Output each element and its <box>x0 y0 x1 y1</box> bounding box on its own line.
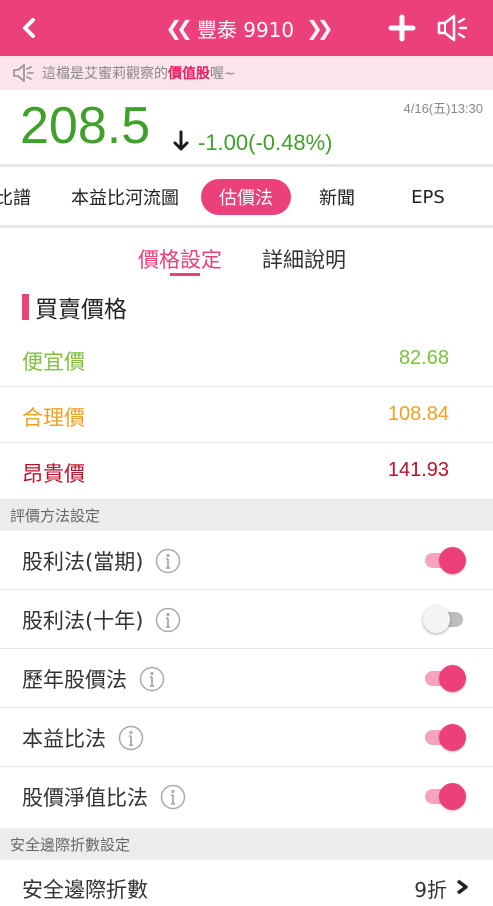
quote-datetime: 4/16(五)13:30 <box>403 101 484 116</box>
method-toggle[interactable] <box>423 605 465 633</box>
safety-margin-label: 安全邊際折數 <box>22 878 148 902</box>
price-change: -1.00(-0.48%) <box>198 130 333 155</box>
tab-partial[interactable]: 比譜 <box>0 179 40 215</box>
title-area: ❮❮ 豐泰 9910 ❯❯ <box>0 0 493 56</box>
tab-valuation[interactable]: 估價法 <box>201 179 291 215</box>
method-row: 歷年股價法 <box>0 649 493 708</box>
info-icon[interactable] <box>160 784 186 810</box>
method-toggle[interactable] <box>425 723 466 751</box>
method-toggle[interactable] <box>425 664 466 692</box>
price-label: 便宜價 <box>22 350 85 374</box>
notice-bar: 這檔是艾蜜莉觀察的價值股喔~ <box>0 56 493 90</box>
tab-news[interactable]: 新聞 <box>308 179 366 215</box>
tab-bar: 比譜 本益比河流圖 估價法 新聞 EPS <box>0 167 493 225</box>
top-bar: ❮❮ 豐泰 9910 ❯❯ <box>0 0 493 56</box>
method-row: 本益比法 <box>0 708 493 767</box>
tab-eps[interactable]: EPS <box>400 179 456 215</box>
safety-margin-value: 9折 <box>414 878 447 902</box>
double-chevron-left-icon[interactable]: ❮❮ <box>165 16 192 40</box>
arrow-down-icon <box>173 130 189 151</box>
section-marker <box>22 294 29 320</box>
group-heading-safety: 安全邊際折數設定 <box>0 828 493 860</box>
price-value: 108.84 <box>387 403 449 425</box>
group-heading-methods: 評價方法設定 <box>0 499 493 531</box>
method-toggle[interactable] <box>425 782 466 810</box>
add-icon[interactable] <box>388 14 416 42</box>
price-value: 141.93 <box>387 459 449 481</box>
tab-pe-river[interactable]: 本益比河流圖 <box>62 179 188 215</box>
safety-margin-row[interactable]: 安全邊際折數 9折 <box>0 862 493 906</box>
quote-header: 208.5 -1.00(-0.48%) 4/16(五)13:30 <box>0 90 493 164</box>
subtab-bar: 價格設定 詳細說明 <box>0 228 493 284</box>
method-row: 股利法(十年) <box>0 590 493 649</box>
price-row-expensive: 昂貴價 141.93 <box>0 443 493 499</box>
method-row: 股利法(當期) <box>0 531 493 590</box>
subtab-details[interactable]: 詳細說明 <box>262 244 346 274</box>
info-icon[interactable] <box>139 666 165 692</box>
price-label: 合理價 <box>22 406 85 430</box>
method-toggle[interactable] <box>425 546 466 574</box>
price-value: 82.68 <box>398 347 449 369</box>
double-chevron-right-icon[interactable]: ❯❯ <box>306 16 333 40</box>
notice-text: 這檔是艾蜜莉觀察的價值股喔~ <box>42 66 236 82</box>
info-icon[interactable] <box>155 548 181 574</box>
chevron-right-icon <box>456 879 468 895</box>
price-row-fair: 合理價 108.84 <box>0 387 493 443</box>
price-row-cheap: 便宜價 82.68 <box>0 331 493 387</box>
subtab-indicator <box>170 273 200 276</box>
speaker-icon[interactable] <box>436 12 470 44</box>
section-heading: 買賣價格 <box>22 292 127 323</box>
current-price: 208.5 <box>20 97 151 155</box>
price-label: 昂貴價 <box>22 462 85 486</box>
subtab-price-settings[interactable]: 價格設定 <box>138 244 222 274</box>
info-icon[interactable] <box>155 607 181 633</box>
stock-title: 豐泰 9910 <box>196 17 295 42</box>
info-icon[interactable] <box>118 725 144 751</box>
notice-highlight: 價值股 <box>168 66 210 82</box>
method-row: 股價淨值比法 <box>0 767 493 826</box>
megaphone-icon <box>13 64 34 82</box>
